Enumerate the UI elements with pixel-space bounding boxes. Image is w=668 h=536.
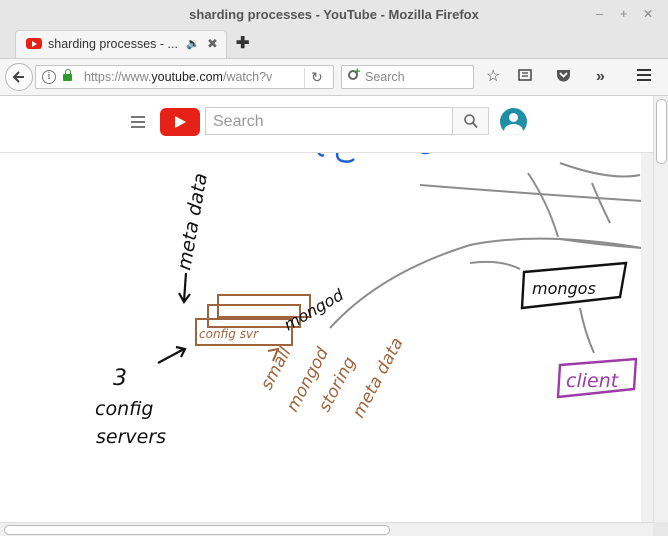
video-frame[interactable]: meta data config svr mongod 3 config ser… — [0, 153, 642, 522]
scrollbar-corner — [653, 522, 668, 536]
youtube-search-input[interactable]: Search — [205, 107, 453, 135]
arrow-to-config — [157, 345, 187, 364]
youtube-search-placeholder: Search — [213, 113, 264, 130]
search-bar-placeholder: Search — [365, 70, 405, 84]
mongod-label: mongod — [281, 285, 348, 335]
youtube-search-button[interactable] — [453, 107, 489, 135]
maximize-button[interactable]: + — [620, 6, 628, 22]
youtube-header: Search — [0, 96, 653, 153]
avatar-icon[interactable] — [500, 108, 527, 135]
vertical-scrollbar[interactable] — [653, 96, 668, 522]
navigation-toolbar: i https://www.youtube.com/watch?v ↻ Sear… — [0, 58, 668, 96]
back-button[interactable] — [5, 63, 33, 91]
overflow-icon[interactable]: » — [596, 68, 605, 86]
three-label: 3 — [113, 366, 127, 391]
whiteboard-drawing: meta data config svr mongod 3 config ser… — [95, 153, 642, 448]
window-titlebar: sharding processes - YouTube - Mozilla F… — [0, 0, 668, 30]
reload-icon[interactable]: ↻ — [311, 69, 323, 86]
servers-label: servers — [96, 426, 166, 448]
meta-data-note-label: meta data — [349, 334, 408, 421]
tab-youtube[interactable]: sharding processes - ... 🔉 ✖ — [15, 30, 227, 58]
mongos-label: mongos — [532, 279, 596, 298]
url-separator — [304, 68, 305, 88]
url-text[interactable]: https://www.youtube.com/watch?v — [84, 70, 272, 84]
tab-bar: sharding processes - ... 🔉 ✖ ✚ — [0, 30, 668, 58]
hamburger-menu-icon[interactable] — [636, 68, 652, 87]
info-icon[interactable]: i — [42, 70, 56, 84]
horizontal-scrollbar[interactable] — [0, 522, 653, 536]
gray-connection-lines — [329, 162, 642, 329]
video-side-gutter — [641, 153, 653, 522]
page-content: Search meta data config svr mongod 3 con… — [0, 96, 653, 522]
config-label: config — [95, 398, 153, 420]
small-label: small — [257, 344, 296, 394]
search-engine-icon[interactable] — [348, 66, 360, 80]
close-window-button[interactable]: ✕ — [643, 6, 653, 22]
lock-icon — [63, 69, 72, 81]
horizontal-scroll-thumb[interactable] — [4, 525, 390, 535]
back-arrow-icon — [12, 71, 24, 83]
up-arrow — [178, 272, 191, 305]
config-server-box-label: config svr — [199, 327, 259, 341]
tab-close-button[interactable]: ✖ — [207, 36, 218, 52]
minimize-button[interactable]: – — [596, 6, 603, 22]
reading-list-icon[interactable] — [518, 68, 532, 87]
vertical-scroll-thumb[interactable] — [656, 99, 667, 164]
client-label: client — [566, 370, 620, 392]
meta-data-label: meta data — [173, 171, 212, 271]
youtube-menu-icon[interactable] — [131, 116, 145, 128]
mongos-client-line — [579, 307, 595, 354]
new-tab-button[interactable]: ✚ — [236, 33, 249, 53]
search-bar[interactable]: Search — [341, 65, 474, 89]
window-title: sharding processes - YouTube - Mozilla F… — [189, 7, 479, 22]
youtube-favicon-icon — [26, 38, 42, 49]
star-icon[interactable]: ☆ — [486, 68, 500, 86]
tab-title: sharding processes - ... — [48, 37, 178, 51]
blue-stroke — [335, 153, 355, 163]
audio-icon[interactable]: 🔉 — [186, 37, 200, 50]
youtube-logo-icon[interactable] — [160, 108, 200, 136]
search-icon — [464, 114, 478, 129]
blue-stroke — [317, 153, 325, 157]
pocket-icon[interactable] — [556, 68, 571, 87]
url-bar[interactable]: i https://www.youtube.com/watch?v ↻ — [35, 65, 334, 89]
